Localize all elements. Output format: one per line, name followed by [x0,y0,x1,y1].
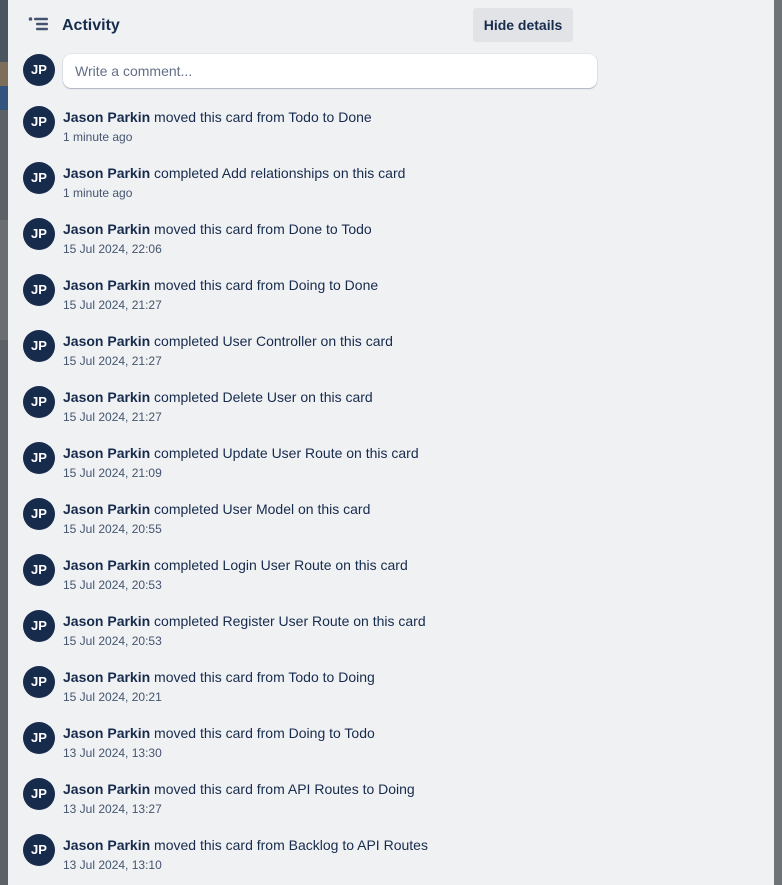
avatar[interactable]: JP [23,386,55,418]
activity-text: Jason Parkin moved this card from API Ro… [63,780,415,798]
avatar[interactable]: JP [23,218,55,250]
avatar[interactable]: JP [23,162,55,194]
avatar[interactable]: JP [23,498,55,530]
activity-action: moved this card from Backlog to API Rout… [154,837,428,853]
activity-user-name: Jason Parkin [63,557,151,573]
activity-user-name: Jason Parkin [63,333,151,349]
activity-item: JP Jason Parkin moved this card from Done… [8,218,774,274]
activity-text: Jason Parkin moved this card from Doing … [63,724,375,742]
activity-timestamp[interactable]: 1 minute ago [63,186,132,200]
backdrop-right [774,0,782,885]
activity-action: moved this card from Todo to Doing [154,669,375,685]
activity-text: Jason Parkin completed User Model on thi… [63,500,370,518]
activity-item: JP Jason Parkin completed Login User Rout… [8,554,774,610]
activity-item: JP Jason Parkin moved this card from Back… [8,834,774,885]
activity-title: Activity [62,17,120,34]
activity-text: Jason Parkin moved this card from Todo t… [63,668,375,686]
activity-timestamp[interactable]: 15 Jul 2024, 22:06 [63,242,162,256]
activity-item: JP Jason Parkin moved this card from API … [8,778,774,834]
activity-timestamp[interactable]: 15 Jul 2024, 21:27 [63,410,162,424]
activity-user-name: Jason Parkin [63,837,151,853]
activity-user-name: Jason Parkin [63,725,151,741]
avatar[interactable]: JP [23,554,55,586]
activity-item: JP Jason Parkin moved this card from Todo… [8,666,774,722]
activity-list-icon [28,16,50,34]
activity-text: Jason Parkin completed Login User Route … [63,556,408,574]
avatar: JP [23,54,55,86]
activity-user-name: Jason Parkin [63,445,151,461]
activity-action: moved this card from Doing to Done [154,277,379,293]
activity-action: completed Update User Route on this card [154,445,419,461]
activity-timestamp[interactable]: 15 Jul 2024, 20:55 [63,522,162,536]
comment-input[interactable] [63,54,597,88]
activity-user-name: Jason Parkin [63,669,151,685]
activity-item: JP Jason Parkin completed Register User R… [8,610,774,666]
activity-text: Jason Parkin moved this card from Done t… [63,220,372,238]
activity-user-name: Jason Parkin [63,277,151,293]
activity-timestamp[interactable]: 15 Jul 2024, 20:53 [63,634,162,648]
avatar[interactable]: JP [23,274,55,306]
avatar[interactable]: JP [23,722,55,754]
activity-item: JP Jason Parkin completed Update User Rou… [8,442,774,498]
avatar[interactable]: JP [23,106,55,138]
activity-timestamp[interactable]: 13 Jul 2024, 13:30 [63,746,162,760]
activity-action: completed User Controller on this card [154,333,393,349]
activity-action: moved this card from API Routes to Doing [154,781,415,797]
activity-text: Jason Parkin completed Update User Route… [63,444,419,462]
activity-text: Jason Parkin moved this card from Backlo… [63,836,428,854]
activity-timestamp[interactable]: 15 Jul 2024, 20:21 [63,690,162,704]
activity-panel: Activity Hide details JP JP Jason Parkin … [8,0,774,885]
activity-user-name: Jason Parkin [63,781,151,797]
activity-item: JP Jason Parkin moved this card from Doin… [8,722,774,778]
activity-action: completed Add relationships on this card [154,165,406,181]
activity-item: JP Jason Parkin moved this card from Doin… [8,274,774,330]
activity-text: Jason Parkin completed Add relationships… [63,164,405,182]
activity-item: JP Jason Parkin completed Delete User on … [8,386,774,442]
activity-action: moved this card from Todo to Done [154,109,372,125]
activity-text: Jason Parkin completed User Controller o… [63,332,393,350]
activity-timestamp[interactable]: 15 Jul 2024, 21:27 [63,298,162,312]
avatar[interactable]: JP [23,330,55,362]
activity-action: completed Login User Route on this card [154,557,408,573]
activity-action: completed Register User Route on this ca… [154,613,426,629]
activity-timestamp[interactable]: 15 Jul 2024, 21:27 [63,354,162,368]
activity-text: Jason Parkin completed Delete User on th… [63,388,373,406]
activity-timestamp[interactable]: 1 minute ago [63,130,132,144]
activity-action: moved this card from Done to Todo [154,221,372,237]
activity-item: JP Jason Parkin moved this card from Todo… [8,106,774,162]
activity-text: Jason Parkin completed Register User Rou… [63,612,426,630]
activity-item: JP Jason Parkin completed Add relationshi… [8,162,774,218]
activity-list: JP Jason Parkin moved this card from Todo… [8,106,774,885]
activity-header: Activity Hide details [8,0,774,52]
activity-text: Jason Parkin moved this card from Doing … [63,276,378,294]
backdrop-left [0,0,8,885]
activity-timestamp[interactable]: 15 Jul 2024, 21:09 [63,466,162,480]
avatar[interactable]: JP [23,834,55,866]
activity-timestamp[interactable]: 15 Jul 2024, 20:53 [63,578,162,592]
activity-timestamp[interactable]: 13 Jul 2024, 13:27 [63,802,162,816]
activity-text: Jason Parkin moved this card from Todo t… [63,108,372,126]
activity-user-name: Jason Parkin [63,501,151,517]
activity-user-name: Jason Parkin [63,613,151,629]
avatar[interactable]: JP [23,610,55,642]
activity-timestamp[interactable]: 13 Jul 2024, 13:10 [63,858,162,872]
avatar[interactable]: JP [23,778,55,810]
activity-action: completed Delete User on this card [154,389,373,405]
activity-action: moved this card from Doing to Todo [154,725,375,741]
avatar[interactable]: JP [23,666,55,698]
activity-user-name: Jason Parkin [63,109,151,125]
activity-user-name: Jason Parkin [63,165,151,181]
avatar[interactable]: JP [23,442,55,474]
hide-details-button[interactable]: Hide details [473,8,573,42]
activity-user-name: Jason Parkin [63,389,151,405]
activity-item: JP Jason Parkin completed User Controller… [8,330,774,386]
activity-user-name: Jason Parkin [63,221,151,237]
activity-action: completed User Model on this card [154,501,371,517]
activity-item: JP Jason Parkin completed User Model on t… [8,498,774,554]
